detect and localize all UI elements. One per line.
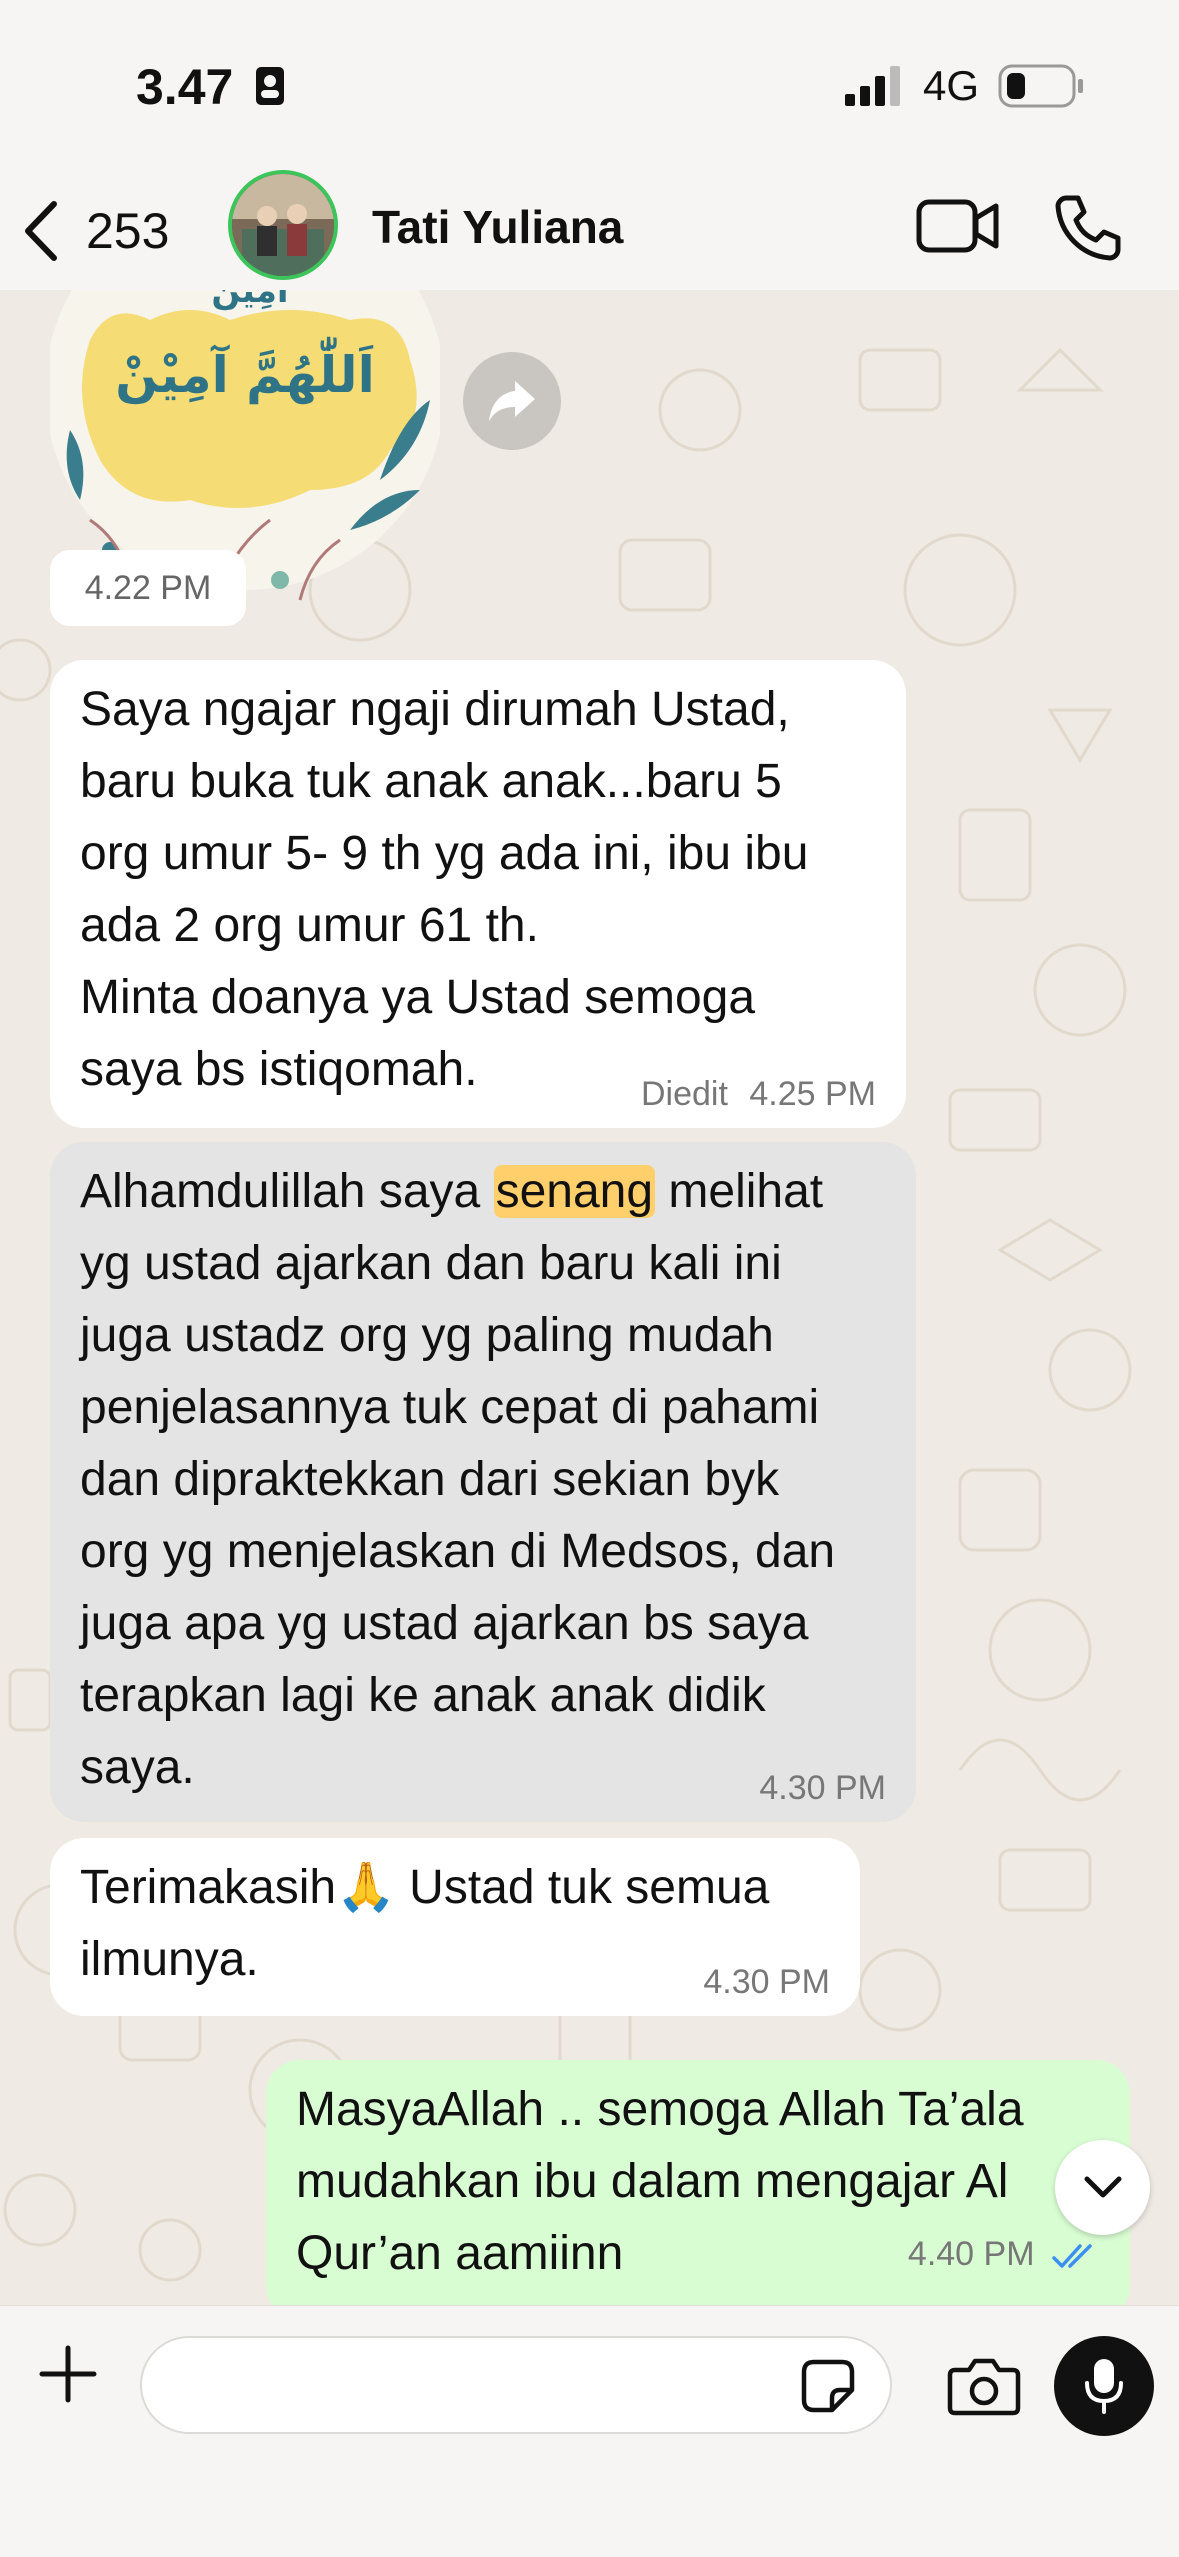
message-time: 4.40 PM [907,2235,1035,2273]
forward-button[interactable] [463,352,561,450]
read-receipt-icon [1052,2244,1092,2268]
unread-count: 253 [86,203,170,259]
message-text-line: org umur 5- 9 th yg ada ini, ibu ibu [80,827,809,880]
message-input-bar [0,2305,1179,2557]
chat-header: 253 Tati Yuliana [0,170,1179,291]
chat-area[interactable]: آمِيْن اَللّٰهُمَّ آمِيْنْ 4.22 PM Saya … [0,290,1179,2305]
avatar-photo [232,174,334,276]
contact-name[interactable]: Tati Yuliana [372,200,623,254]
message-text-part: Alhamdulillah saya [80,1165,494,1218]
status-time: 3.47 [136,59,234,115]
edited-label: Diedit [640,1075,728,1113]
status-bar: 3.47 4G [0,0,1179,170]
scroll-to-bottom-button[interactable] [1055,2140,1150,2235]
video-call-icon[interactable] [916,196,1000,256]
message-meta: Diedit 4.25 PM [641,1074,876,1114]
incoming-message-selected[interactable]: Alhamdulillah saya senang melihat yg ust… [50,1142,916,1822]
message-text-line: dan dipraktekkan dari sekian byk [80,1453,780,1506]
sticker-text-main: اَللّٰهُمَّ آمِيْنْ [115,336,374,405]
sticker-icon[interactable] [800,2358,856,2414]
message-text-line: Terimakasih🙏 Ustad tuk semua [80,1861,770,1914]
camera-icon[interactable] [947,2356,1021,2416]
microphone-icon [1085,2359,1123,2414]
message-input[interactable] [140,2336,892,2434]
message-text-line: terapkan lagi ke anak anak didik [80,1669,766,1722]
voice-message-button[interactable] [1054,2336,1154,2436]
plus-icon[interactable] [38,2344,98,2404]
avatar[interactable] [228,170,338,280]
message-time: 4.30 PM [759,1769,886,1807]
chevron-left-icon [25,201,57,261]
signal-icon [845,66,900,106]
contact-card-icon [256,67,284,105]
back-button[interactable]: 253 [20,196,190,266]
search-highlight: senang [493,1165,656,1218]
message-text-part: melihat [655,1165,824,1218]
message-meta: 4.40 PM [908,2234,1100,2274]
message-text-line: Minta doanya ya Ustad semoga [80,971,756,1024]
outgoing-message[interactable]: MasyaAllah .. semoga Allah Ta’ala mudahk… [266,2060,1130,2305]
message-text-line: MasyaAllah .. semoga Allah Ta’ala [296,2083,1024,2136]
chevron-down-icon [1084,2176,1121,2197]
incoming-message[interactable]: Saya ngajar ngaji dirumah Ustad, baru bu… [50,660,906,1128]
message-time-chip: 4.22 PM [50,550,246,626]
message-text-line: Saya ngajar ngaji dirumah Ustad, [80,683,790,736]
battery-icon [998,64,1083,108]
message-text-line: mudahkan ibu dalam mengajar Al [296,2155,1009,2208]
network-type: 4G [923,62,980,109]
message-time: 4.30 PM [703,1963,830,2001]
message-text-line: ada 2 org umur 61 th. [80,899,539,952]
sticker-text-top: آمِيْن [211,290,290,311]
message-text-line: juga apa yg ustad ajarkan bs saya [80,1597,809,1650]
message-text-line: penjelasannya tuk cepat di pahami [80,1381,820,1434]
phone-call-icon[interactable] [1052,192,1122,262]
message-text-line: yg ustad ajarkan dan baru kali ini [80,1237,782,1290]
message-text-line: baru buka tuk anak anak...baru 5 [80,755,782,808]
incoming-message[interactable]: Terimakasih🙏 Ustad tuk semua ilmunya. 4.… [50,1838,860,2016]
message-text-line: juga ustadz org yg paling mudah [80,1309,774,1362]
message-time: 4.25 PM [749,1075,876,1113]
message-text-line: org yg menjelaskan di Medsos, dan [80,1525,836,1578]
message-text-line: Alhamdulillah saya senang melihat [80,1156,886,1228]
forward-icon [489,381,535,421]
